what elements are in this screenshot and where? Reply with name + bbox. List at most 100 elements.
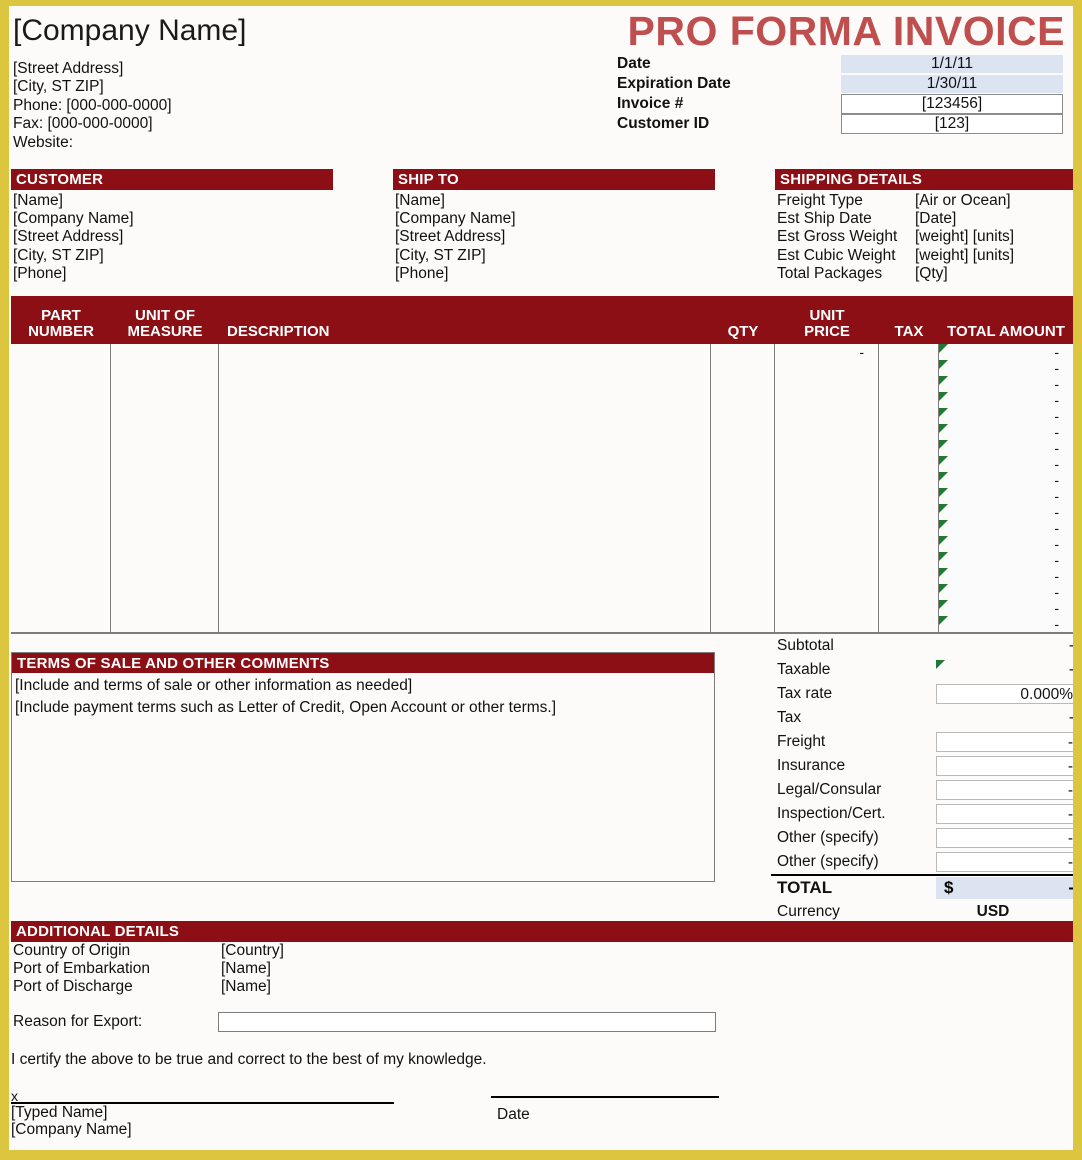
table-row[interactable] — [775, 424, 878, 440]
shipping-value-total-packages[interactable]: [Qty] — [915, 265, 948, 283]
table-row[interactable] — [775, 536, 878, 552]
other-2-input[interactable]: - — [936, 852, 1073, 872]
company-address-block: [Street Address] [City, ST ZIP] Phone: [… — [13, 60, 172, 152]
table-row[interactable]: - — [939, 440, 1073, 456]
ship-to-name[interactable]: [Name] — [393, 192, 715, 210]
company-fax: Fax: [000-000-0000] — [13, 115, 153, 133]
column-cells-unit-price[interactable]: - — [775, 344, 879, 632]
invoice-number-input[interactable]: [123456] — [841, 94, 1063, 114]
grand-total-band: $ - — [936, 877, 1073, 899]
table-row[interactable] — [775, 616, 878, 632]
tax-rate-input[interactable]: 0.000% — [936, 684, 1073, 704]
error-flag-icon — [939, 584, 948, 593]
table-row[interactable] — [775, 456, 878, 472]
table-row[interactable]: - — [939, 568, 1073, 584]
shipping-value-est-gross-weight[interactable]: [weight] [units] — [915, 228, 1014, 246]
ship-to-city-state-zip[interactable]: [City, ST ZIP] — [393, 247, 715, 265]
totals-value-taxable: - — [936, 660, 1073, 680]
table-row[interactable] — [775, 472, 878, 488]
other-1-input[interactable]: - — [936, 828, 1073, 848]
table-row[interactable] — [775, 392, 878, 408]
customer-id-input[interactable]: [123] — [841, 114, 1063, 134]
terms-heading: TERMS OF SALE AND OTHER COMMENTS — [12, 653, 714, 673]
table-row[interactable]: - — [939, 376, 1073, 392]
column-header-total-amount: TOTAL AMOUNT — [947, 323, 1065, 340]
table-row[interactable] — [775, 440, 878, 456]
additional-value-port-of-discharge[interactable]: [Name] — [221, 978, 271, 996]
meta-row-date: Date 1/1/11 — [609, 54, 1071, 74]
table-row[interactable] — [775, 584, 878, 600]
table-row[interactable]: - — [939, 472, 1073, 488]
table-row[interactable]: - — [939, 536, 1073, 552]
typed-name[interactable]: [Typed Name] — [11, 1104, 108, 1122]
column-cells-part-number[interactable] — [11, 344, 111, 632]
totals-row-taxable: Taxable - — [771, 658, 1073, 682]
freight-input[interactable]: - — [936, 732, 1073, 752]
shipping-key-est-ship-date: Est Ship Date — [777, 210, 872, 228]
table-row[interactable]: - — [939, 552, 1073, 568]
additional-value-country-of-origin[interactable]: [Country] — [221, 942, 284, 960]
table-row[interactable]: - — [939, 360, 1073, 376]
table-row[interactable] — [775, 408, 878, 424]
column-cells-description[interactable] — [219, 344, 711, 632]
table-row[interactable]: - — [939, 504, 1073, 520]
table-row[interactable]: - — [939, 584, 1073, 600]
signature-company-name[interactable]: [Company Name] — [11, 1121, 132, 1139]
table-row[interactable] — [775, 520, 878, 536]
date-label: Date — [497, 1106, 530, 1123]
error-flag-icon — [939, 424, 948, 433]
column-cells-qty[interactable] — [711, 344, 775, 632]
table-row[interactable]: - — [939, 488, 1073, 504]
meta-value-expiration-date[interactable]: 1/30/11 — [841, 75, 1063, 93]
customer-phone[interactable]: [Phone] — [11, 265, 333, 283]
totals-label-taxable: Taxable — [777, 661, 831, 678]
insurance-input[interactable]: - — [936, 756, 1073, 776]
table-row[interactable] — [775, 488, 878, 504]
table-row[interactable]: - — [939, 408, 1073, 424]
shipping-row-freight-type: Freight Type [Air or Ocean] — [775, 192, 1073, 210]
table-row[interactable] — [775, 600, 878, 616]
inspection-cert-input[interactable]: - — [936, 804, 1073, 824]
ship-to-phone[interactable]: [Phone] — [393, 265, 715, 283]
table-row[interactable]: - — [939, 424, 1073, 440]
ship-to-company[interactable]: [Company Name] — [393, 210, 715, 228]
additional-value-port-of-embarkation[interactable]: [Name] — [221, 960, 271, 978]
table-row[interactable]: - — [939, 600, 1073, 616]
table-row[interactable]: - — [775, 344, 878, 360]
company-website: Website: — [13, 133, 74, 151]
table-row[interactable] — [775, 552, 878, 568]
table-row[interactable] — [775, 568, 878, 584]
currency-value[interactable]: USD — [936, 902, 1073, 922]
shipping-value-freight-type[interactable]: [Air or Ocean] — [915, 192, 1011, 210]
customer-name[interactable]: [Name] — [11, 192, 333, 210]
table-row[interactable]: - — [939, 392, 1073, 408]
legal-consular-input[interactable]: - — [936, 780, 1073, 800]
certification-statement: I certify the above to be true and corre… — [11, 1051, 487, 1068]
customer-company[interactable]: [Company Name] — [11, 210, 333, 228]
table-row[interactable]: - — [939, 344, 1073, 360]
ship-to-street[interactable]: [Street Address] — [393, 228, 715, 246]
table-row[interactable]: - — [939, 520, 1073, 536]
column-cells-tax[interactable] — [879, 344, 939, 632]
column-cells-unit-of-measure[interactable] — [111, 344, 219, 632]
table-row[interactable] — [775, 376, 878, 392]
customer-street[interactable]: [Street Address] — [11, 228, 333, 246]
column-cells-total-amount[interactable]: ------------------ — [939, 344, 1073, 632]
shipping-value-est-cubic-weight[interactable]: [weight] [units] — [915, 247, 1014, 265]
table-row[interactable] — [775, 360, 878, 376]
error-flag-icon — [939, 568, 948, 577]
date-line[interactable] — [491, 1096, 719, 1098]
column-header-qty: QTY — [727, 323, 759, 340]
customer-city-state-zip[interactable]: [City, ST ZIP] — [11, 247, 333, 265]
table-row[interactable]: - — [939, 616, 1073, 632]
company-city-state-zip: [City, ST ZIP] — [13, 78, 104, 96]
totals-row-legal-consular: Legal/Consular - — [771, 778, 1073, 802]
error-flag-icon — [939, 616, 948, 625]
table-row[interactable]: - — [939, 456, 1073, 472]
reason-for-export-input[interactable] — [218, 1012, 716, 1032]
shipping-value-est-ship-date[interactable]: [Date] — [915, 210, 956, 228]
meta-label-customer-id: Customer ID — [617, 115, 710, 132]
table-row[interactable] — [775, 504, 878, 520]
terms-of-sale-panel[interactable]: TERMS OF SALE AND OTHER COMMENTS [Includ… — [11, 652, 715, 882]
meta-value-date[interactable]: 1/1/11 — [841, 55, 1063, 73]
